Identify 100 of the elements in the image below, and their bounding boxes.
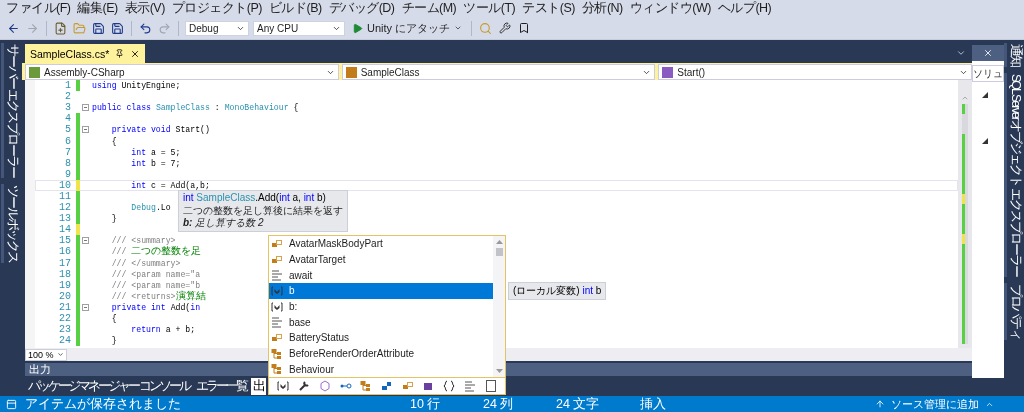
menu-item[interactable]: チーム(M) — [401, 0, 457, 17]
line-number: 8 — [64, 157, 71, 169]
line-number: 17 — [58, 257, 71, 269]
code-line: Debug.Lo — [130, 202, 171, 214]
scroll-down-icon[interactable] — [495, 369, 503, 374]
tool-window-tab[interactable]: ツールボックス — [1, 184, 21, 264]
menu-item[interactable]: テスト(S) — [522, 0, 575, 17]
window-icon — [6, 398, 17, 410]
keyword-icon — [271, 316, 283, 329]
menu-item[interactable]: ファイル(F) — [6, 0, 71, 17]
expand-icon[interactable] — [982, 92, 988, 98]
braces-icon[interactable] — [443, 380, 456, 393]
close-icon[interactable] — [130, 48, 141, 59]
project-icon — [345, 66, 357, 78]
menu-item[interactable]: ヘルプ(H) — [717, 0, 772, 17]
menu-item[interactable]: ビルド(B) — [269, 0, 322, 17]
panel-tab[interactable]: エラー一覧 — [193, 377, 251, 395]
code-line: /// </summary> — [110, 257, 181, 269]
parameter-text: b: 足し算する数 2 — [183, 217, 265, 230]
collapse-icon[interactable] — [82, 104, 89, 112]
hexagon-icon[interactable] — [318, 380, 331, 393]
code-line: { — [110, 313, 117, 324]
class-icon[interactable] — [360, 380, 373, 393]
scrollbar[interactable] — [493, 236, 505, 378]
line-number: 21 — [58, 301, 71, 313]
expand-icon[interactable] — [982, 138, 988, 144]
new-file-icon[interactable] — [53, 20, 68, 36]
source-control-button[interactable]: ソース管理に追加 — [869, 395, 1000, 412]
enum-icon — [271, 237, 283, 250]
line-number: 9 — [64, 168, 71, 180]
local-variable-icon — [271, 300, 283, 313]
menu-item[interactable]: 編集(E) — [77, 0, 118, 17]
pin-icon[interactable] — [115, 49, 125, 58]
collapse-icon[interactable] — [82, 126, 89, 134]
signature-text: int SampleClass.Add(int a, int b) — [183, 192, 327, 205]
local-variable-icon[interactable] — [277, 380, 290, 393]
code-line: } — [110, 335, 117, 347]
collapse-icon[interactable] — [82, 303, 89, 311]
navigation-dropdown[interactable]: Assembly-CSharp — [25, 64, 339, 80]
code-line: } — [110, 213, 117, 225]
code-line: { — [110, 135, 117, 147]
menu-item[interactable]: 分析(N) — [581, 0, 623, 17]
insert-mode-indicator: 挿入 — [640, 395, 666, 412]
line-indicator: 10 行 — [410, 395, 442, 412]
menu-item[interactable]: プロジェクト(P) — [171, 0, 262, 17]
configuration-dropdown[interactable]: Debug — [185, 20, 249, 36]
completion-item[interactable]: b: — [269, 298, 493, 315]
panel-tab[interactable]: 出 — [250, 377, 266, 395]
square-icon[interactable] — [484, 380, 497, 393]
completion-item[interactable]: base — [269, 314, 493, 331]
code-line: /// 二つの整数を足 — [110, 246, 202, 258]
project-icon — [29, 66, 40, 78]
code-line: return a + b; — [130, 324, 196, 336]
enum-icon — [271, 253, 283, 266]
zoom-dropdown[interactable]: 100 % — [25, 348, 67, 361]
code-line: int b = 7; — [130, 157, 181, 169]
line-number: 1 — [64, 80, 71, 92]
completion-item[interactable]: Behaviour — [269, 361, 493, 378]
code-line: public class SampleClass : MonoBehaviour { — [92, 102, 299, 114]
completion-item[interactable]: b — [269, 283, 493, 299]
navigation-dropdown[interactable]: SampleClass — [341, 64, 656, 80]
menu-item[interactable]: デバッグ(D) — [328, 0, 395, 17]
menu-item[interactable]: ウィンドウ(W) — [629, 0, 711, 17]
tool-window-tab[interactable]: SQL Server オブジェクト エクスプローラー — [1004, 73, 1024, 277]
line-number: 4 — [64, 113, 71, 125]
description-text: 二つの整数を足し算後に結果を返す — [183, 204, 343, 217]
platform-dropdown[interactable]: Any CPU — [253, 20, 345, 36]
project-icon — [662, 66, 674, 78]
document-tab[interactable]: SampleClass.cs* — [25, 44, 146, 63]
attach-button[interactable]: Unity にアタッチ — [349, 20, 466, 36]
scroll-thumb[interactable] — [495, 248, 503, 256]
panel-tab[interactable]: パッケージ マネージャー コンソール — [26, 377, 194, 395]
blocks-icon[interactable] — [380, 380, 393, 393]
package-icon[interactable] — [422, 380, 435, 393]
wrench-icon[interactable] — [298, 380, 311, 393]
code-line: /// <param name="b — [110, 279, 201, 291]
scrollbar[interactable] — [958, 80, 972, 348]
save-all-icon[interactable] — [110, 20, 125, 36]
line-number: 10 — [58, 179, 71, 191]
line-number: 20 — [58, 290, 71, 302]
navigation-dropdown[interactable]: Start() — [658, 64, 972, 80]
collapse-icon[interactable] — [82, 237, 89, 245]
code-line: using UnityEngine; — [92, 80, 181, 92]
completion-item[interactable]: AvatarTarget — [269, 251, 493, 268]
tool-window-tab[interactable]: 通知 — [1004, 43, 1024, 67]
completion-item[interactable]: await — [269, 267, 493, 284]
search-field[interactable]: ソリュ — [972, 65, 1004, 82]
completion-item[interactable]: BatteryStatus — [269, 330, 493, 346]
code-line: private int Add(in — [110, 301, 201, 313]
panel-title: 出力 — [29, 364, 51, 375]
status-message: アイテムが保存されました — [25, 395, 182, 412]
scroll-up-icon[interactable] — [495, 240, 503, 244]
menu-item[interactable]: 表示(V) — [124, 0, 165, 17]
tool-window-tab[interactable]: サーバー エクスプローラー — [1, 43, 21, 179]
save-icon[interactable] — [91, 20, 106, 36]
tool-window-tab[interactable]: プロパティ — [1004, 282, 1024, 340]
completion-item[interactable]: BeforeRenderOrderAttribute — [269, 345, 493, 362]
completion-item[interactable]: AvatarMaskBodyPart — [269, 236, 493, 252]
item-tooltip: (ローカル変数) int b — [508, 282, 607, 300]
menu-item[interactable]: ツール(T) — [463, 0, 516, 17]
